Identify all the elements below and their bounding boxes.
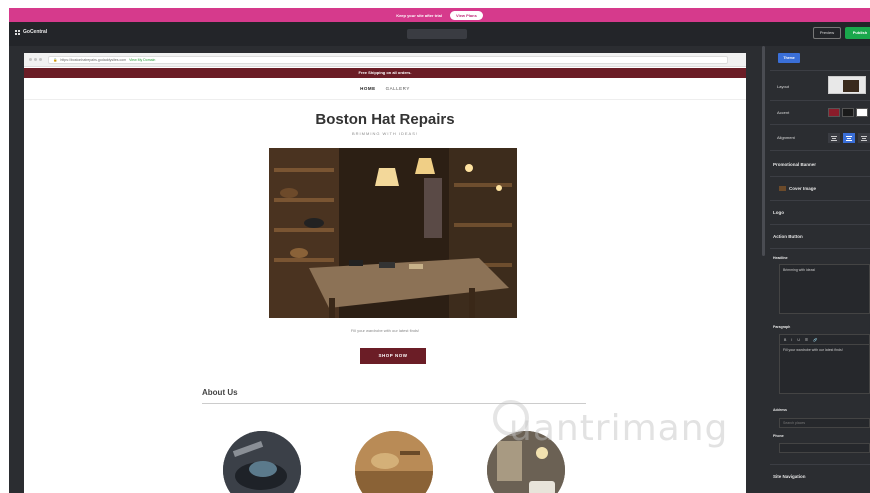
alignment-label: Alignment	[777, 135, 795, 140]
accent-swatch-red[interactable]	[828, 108, 840, 117]
text-format-toolbar: B I U ☰ 🔗	[779, 334, 870, 344]
italic-button[interactable]: I	[791, 338, 792, 342]
hero-image[interactable]	[269, 148, 517, 318]
browser-address-bar: 🔒 https://bostonhatrepairs.godaddysites.c…	[24, 53, 746, 67]
nav-home[interactable]: HOME	[360, 86, 376, 91]
align-center-icon[interactable]	[843, 133, 855, 143]
phone-input[interactable]	[779, 443, 870, 453]
trial-promo-bar: Keep your site after trial View Plans	[9, 8, 870, 22]
app-frame: Keep your site after trial View Plans Go…	[9, 8, 870, 493]
about-image-2[interactable]	[355, 431, 433, 493]
address-input[interactable]: Search places	[779, 418, 870, 428]
publish-button[interactable]: Publish	[845, 27, 870, 39]
site-url: https://bostonhatrepairs.godaddysites.co…	[60, 58, 127, 62]
link-icon[interactable]: 🔗	[813, 338, 817, 342]
site-nav: HOME GALLERY	[24, 78, 746, 100]
device-selector[interactable]	[407, 29, 467, 39]
promo-text: Keep your site after trial	[396, 12, 442, 18]
section-action-button[interactable]: Action Button	[773, 234, 803, 239]
watermark-text: uantrimang	[509, 408, 729, 449]
section-site-navigation[interactable]: Site Navigation	[773, 474, 806, 479]
paragraph-label: Paragraph	[773, 325, 791, 329]
lock-icon: 🔒	[53, 58, 58, 62]
hero-paragraph[interactable]: Fill your wardrobe with our latest finds…	[24, 328, 746, 333]
layout-label: Layout	[777, 84, 790, 89]
section-promo-banner[interactable]: Promotional Banner	[773, 162, 816, 167]
section-logo[interactable]: Logo	[773, 210, 784, 215]
list-icon[interactable]: ☰	[805, 338, 808, 342]
image-thumbnail-icon	[779, 186, 786, 191]
app-brand[interactable]: GoCentral	[15, 29, 47, 35]
hat-shop-photo	[269, 148, 517, 318]
cover-image-label: Cover Image	[789, 186, 817, 191]
paragraph-input[interactable]: Fill your wardrobe with our latest finds…	[779, 344, 870, 394]
about-heading[interactable]: About Us	[202, 388, 238, 397]
app-name: GoCentral	[23, 29, 48, 35]
preview-scrollbar[interactable]	[762, 46, 765, 256]
layout-thumbnail[interactable]	[828, 76, 866, 94]
apps-grid-icon	[15, 29, 20, 35]
window-dots	[29, 58, 42, 61]
nav-gallery[interactable]: GALLERY	[386, 86, 410, 91]
headline-label: Headline	[773, 256, 788, 260]
shop-now-button[interactable]: SHOP NOW	[360, 348, 426, 364]
shipping-banner: Free Shipping on all orders.	[24, 68, 746, 78]
theme-tab[interactable]: Theme	[778, 53, 800, 63]
preview-button[interactable]: Preview	[813, 27, 841, 39]
address-label: Address	[773, 408, 788, 412]
about-image-1[interactable]	[223, 431, 301, 493]
workbench-photo	[355, 431, 433, 493]
view-plans-button[interactable]: View Plans	[449, 10, 483, 20]
about-divider	[202, 403, 586, 404]
align-left-icon[interactable]	[828, 133, 840, 143]
align-right-icon[interactable]	[858, 133, 870, 143]
section-cover-image[interactable]: Cover Image	[779, 186, 816, 191]
phone-label: Phone	[773, 434, 784, 438]
underline-button[interactable]: U	[797, 338, 800, 342]
url-field[interactable]: 🔒 https://bostonhatrepairs.godaddysites.c…	[48, 56, 728, 64]
accent-swatch-white[interactable]	[856, 108, 868, 117]
site-title[interactable]: Boston Hat Repairs	[24, 111, 746, 128]
headline-input[interactable]: Brimming with ideas!	[779, 264, 870, 314]
accent-swatch-black[interactable]	[842, 108, 854, 117]
editor-toolbar: GoCentral Preview Publish	[9, 22, 870, 46]
view-domain-link[interactable]: View My Domain	[129, 58, 155, 62]
site-tagline[interactable]: BRIMMING WITH IDEAS!	[24, 131, 746, 136]
bold-button[interactable]: B	[784, 338, 786, 342]
accent-label: Accent	[777, 110, 790, 115]
sewing-tools-photo	[223, 431, 301, 493]
theme-panel: Theme Layout Accent Alignment Promotiona…	[770, 46, 870, 493]
